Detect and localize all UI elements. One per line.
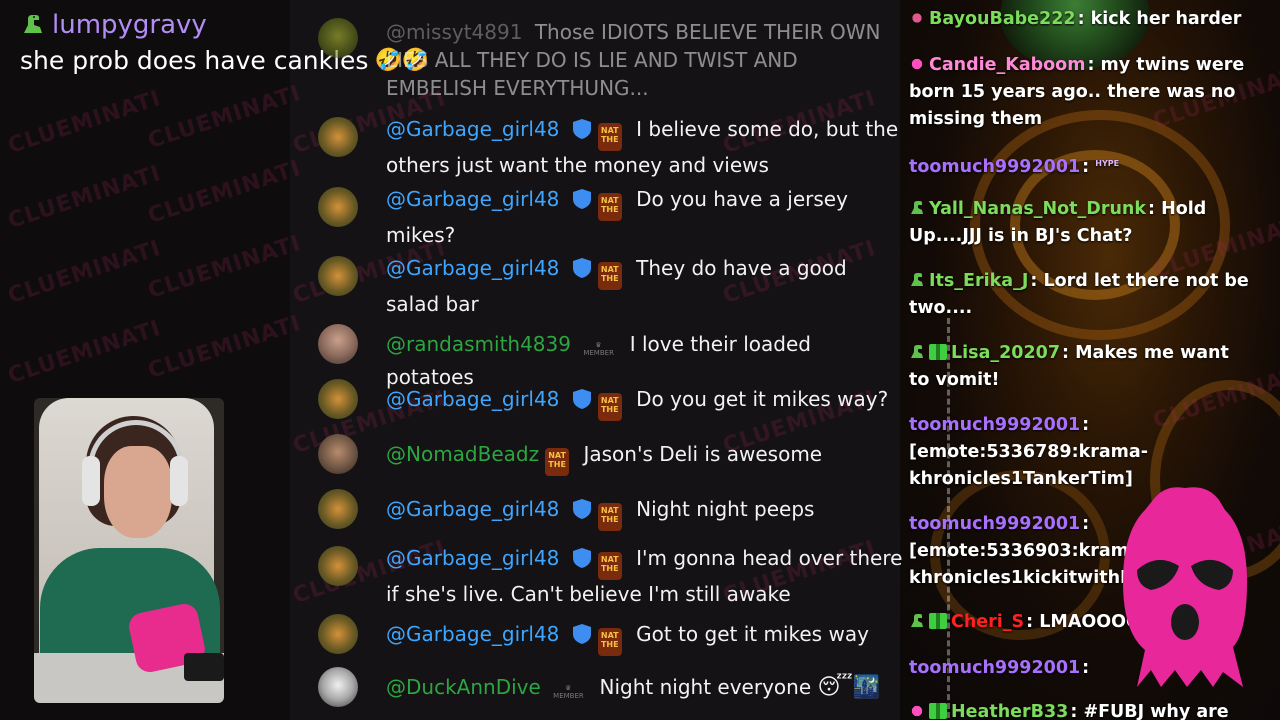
chat-text: kick her harder	[1090, 9, 1242, 29]
chat-username[interactable]: Candie_Kaboom	[929, 55, 1085, 75]
chat-text: [emote:5336789:krama-khronicles1TankerTi…	[909, 442, 1148, 489]
dinosaur-badge-icon	[909, 342, 925, 358]
webcam-feed	[34, 398, 224, 703]
member-badge-icon: NAT THE	[545, 448, 570, 476]
chat-text: Night night peeps	[636, 497, 815, 521]
crown-badge-icon: ♛ MEMBER	[553, 684, 584, 700]
chat-message: Candie_Kaboom: my twins were born 15 yea…	[909, 55, 1245, 129]
pink-ski-mask-logo	[1123, 487, 1247, 687]
chat-message: toomuch9992001: [emote:5336789:krama-khr…	[909, 415, 1148, 489]
chat-message: Lisa_20207: Makes me want to vomit!	[909, 342, 1229, 390]
sleeping-emoji: 😴🌃	[817, 675, 881, 700]
user-avatar	[318, 489, 358, 529]
moderator-shield-icon	[572, 548, 591, 568]
chat-author[interactable]: @Garbage_girl48	[386, 256, 559, 280]
chat-username[interactable]: Its_Erika_J	[929, 271, 1028, 291]
skull-badge-icon	[909, 56, 925, 72]
chat-text: Jason's Deli is awesome	[583, 442, 823, 466]
moderator-shield-icon	[572, 119, 591, 139]
chat-author[interactable]: @Garbage_girl48	[386, 387, 559, 411]
chat-author[interactable]: @Garbage_girl48	[386, 117, 559, 141]
headphone-ear-right	[170, 456, 188, 506]
chat-username[interactable]: BayouBabe222	[929, 9, 1076, 29]
member-badge-icon: NAT THE	[597, 552, 622, 580]
chat-username[interactable]: Lisa_20207	[951, 343, 1060, 363]
user-avatar	[318, 614, 358, 654]
user-avatar	[318, 546, 358, 586]
member-badge-icon: NAT THE	[597, 393, 622, 421]
user-avatar	[318, 434, 358, 474]
dinosaur-badge-icon	[909, 270, 925, 286]
member-badge-icon: NAT THE	[597, 123, 622, 151]
chat-text: Night night everyone	[599, 675, 812, 699]
user-avatar	[318, 18, 358, 58]
chat-author[interactable]: @Garbage_girl48	[386, 187, 559, 211]
chat-username[interactable]: toomuch9992001	[909, 514, 1080, 534]
chat-message: HeatherB33: #FUBJ why are you	[909, 699, 1254, 720]
chat-username[interactable]: Cheri_S	[951, 612, 1024, 632]
member-badge-icon: NAT THE	[597, 193, 622, 221]
headphone-ear-left	[82, 456, 100, 506]
dinosaur-badge-icon	[909, 198, 925, 214]
chat-author[interactable]: @missyt4891	[386, 20, 522, 44]
youtube-chat-panel[interactable]: @missyt4891 Those IDIOTS BELIEVE THEIR O…	[300, 0, 902, 720]
chick-badge-icon	[909, 10, 925, 26]
highlighted-username: lumpygravy	[52, 10, 207, 40]
chat-message: BayouBabe222: kick her harder	[909, 6, 1254, 33]
chat-username[interactable]: Yall_Nanas_Not_Drunk	[929, 199, 1146, 219]
gift-badge-icon	[929, 703, 947, 719]
user-avatar	[318, 256, 358, 296]
chat-author[interactable]: @DuckAnnDive	[386, 675, 541, 699]
user-avatar	[318, 379, 358, 419]
chat-author[interactable]: @Garbage_girl48	[386, 546, 559, 570]
member-badge-icon: NAT THE	[597, 503, 622, 531]
chat-text: [emote:5336903:krama-khronicles1kickitwi…	[909, 541, 1148, 588]
hype-emote-icon: HYPE	[1095, 159, 1120, 168]
user-avatar	[318, 187, 358, 227]
moderator-shield-icon	[572, 389, 591, 409]
microphone-arm	[184, 653, 224, 681]
chat-message: Its_Erika_J: Lord let there not be two..…	[909, 270, 1249, 318]
chat-username[interactable]: toomuch9992001	[909, 415, 1080, 435]
chat-author[interactable]: @randasmith4839	[386, 332, 571, 356]
user-avatar	[318, 324, 358, 364]
chat-author[interactable]: @Garbage_girl48	[386, 497, 559, 521]
chat-username[interactable]: toomuch9992001	[909, 157, 1080, 177]
chat-username[interactable]: toomuch9992001	[909, 658, 1080, 678]
moderator-shield-icon	[572, 499, 591, 519]
chat-message: Yall_Nanas_Not_Drunk: Hold Up....JJJ is …	[909, 198, 1207, 246]
gift-badge-icon	[929, 613, 947, 629]
crown-badge-icon: ♛ MEMBER	[583, 341, 614, 357]
user-avatar	[318, 667, 358, 707]
skull-badge-icon	[909, 703, 925, 719]
chat-username[interactable]: HeatherB33	[951, 702, 1068, 720]
chat-text: Got to get it mikes way	[636, 622, 869, 646]
moderator-shield-icon	[572, 624, 591, 644]
chat-text: Do you get it mikes way?	[636, 387, 889, 411]
moderator-shield-icon	[572, 258, 591, 278]
chat-message: toomuch9992001: HYPE	[909, 157, 1120, 177]
user-avatar	[318, 117, 358, 157]
member-badge-icon: NAT THE	[597, 628, 622, 656]
gift-badge-icon	[929, 344, 947, 360]
dinosaur-badge-icon	[20, 13, 46, 37]
dinosaur-badge-icon	[909, 611, 925, 627]
chat-author[interactable]: @Garbage_girl48	[386, 622, 559, 646]
member-badge-icon: NAT THE	[597, 262, 622, 290]
moderator-shield-icon	[572, 189, 591, 209]
chat-author[interactable]: @NomadBeadz	[386, 442, 539, 466]
